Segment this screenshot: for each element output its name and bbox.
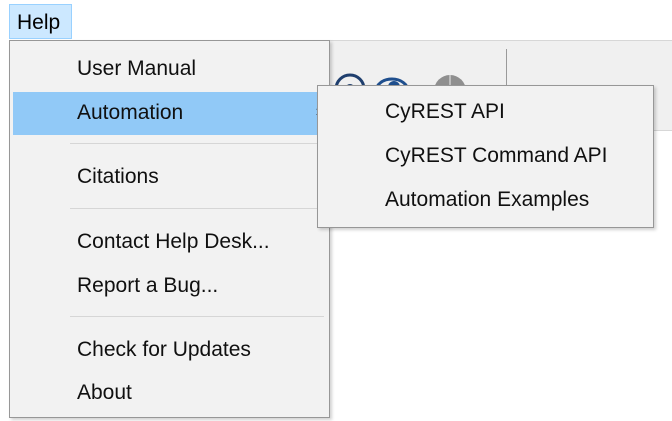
automation-submenu: CyREST API CyREST Command API Automation… <box>317 85 654 228</box>
menu-separator <box>70 316 324 317</box>
menu-separator <box>70 143 324 144</box>
menu-item-user-manual[interactable]: User Manual <box>13 48 326 91</box>
submenu-item-label: CyREST API <box>385 100 505 123</box>
submenu-item-automation-examples[interactable]: Automation Examples <box>318 179 653 223</box>
help-dropdown: User Manual Automation › Citations Conta… <box>9 40 330 418</box>
help-menu-button[interactable]: Help <box>9 4 72 39</box>
menu-separator <box>70 208 324 209</box>
submenu-item-cyrest-api[interactable]: CyREST API <box>318 91 653 135</box>
submenu-item-label: CyREST Command API <box>385 144 608 167</box>
menu-item-label: Report a Bug... <box>77 274 219 297</box>
menu-item-label: Automation <box>77 101 184 124</box>
menu-item-automation[interactable]: Automation › <box>13 92 326 135</box>
menu-item-label: About <box>77 381 132 404</box>
menu-item-report-bug[interactable]: Report a Bug... <box>13 265 326 308</box>
menu-item-label: Check for Updates <box>77 338 251 361</box>
menu-item-citations[interactable]: Citations <box>13 156 326 199</box>
submenu-item-label: Automation Examples <box>385 188 590 211</box>
menu-item-about[interactable]: About <box>13 372 326 415</box>
menu-item-label: Contact Help Desk... <box>77 230 270 253</box>
menu-item-check-updates[interactable]: Check for Updates <box>13 329 326 372</box>
help-menu-label: Help <box>17 11 61 34</box>
menu-item-label: User Manual <box>77 57 197 80</box>
menu-item-label: Citations <box>77 165 159 188</box>
menu-item-contact-help-desk[interactable]: Contact Help Desk... <box>13 221 326 264</box>
submenu-item-cyrest-command-api[interactable]: CyREST Command API <box>318 135 653 179</box>
